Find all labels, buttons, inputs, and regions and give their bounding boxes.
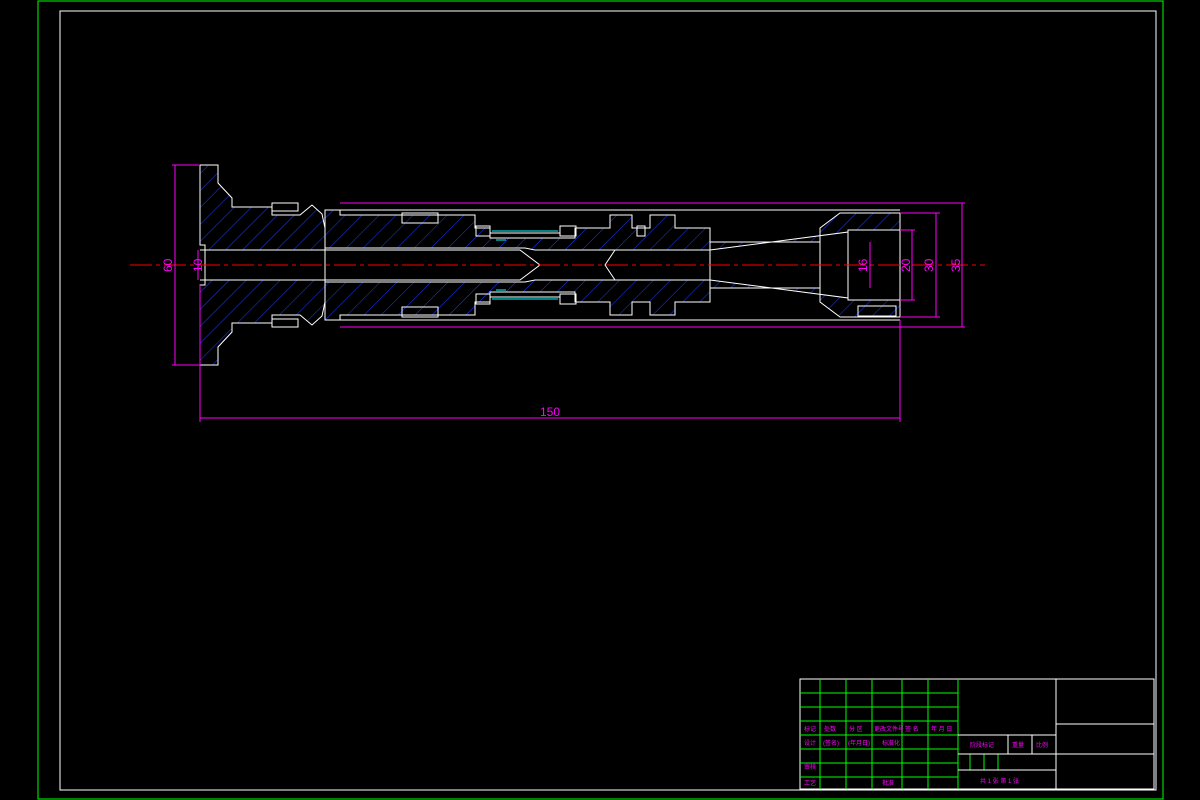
tb-header-zone: 分 区 [849,725,863,733]
tb-header-change-doc: 更改文件号 [874,725,904,733]
tb-design-label: 设计 [804,739,816,747]
tb-sheet-info: 共 1 张 第 1 张 [980,777,1019,785]
dim-150: 150 [540,405,560,419]
title-block-text: 标记 处数 分 区 更改文件号 签 名 年 月 日 设计 (签名) (年月日) … [804,725,1048,787]
dim-60: 60 [161,258,175,272]
title-block-grid [800,679,999,789]
hatched-body-upper [199,164,326,251]
tb-design-date: (年月日) [848,739,870,747]
tb-review-label: 审核 [804,763,816,771]
tb-header-date: 年 月 日 [931,725,952,733]
dim-10: 10 [191,258,205,272]
cad-drawing-canvas: 60 10 150 16 20 30 35 标记 处数 分 区 更改文件号 签 … [37,0,1164,800]
tb-weight-label: 重量 [1012,741,1024,749]
tb-approve-label: 批准 [882,779,894,787]
tb-design-sign: (签名) [823,739,839,747]
dim-20: 20 [899,258,913,272]
dim-16: 16 [856,258,870,272]
inner-frame [59,10,1157,791]
tb-stage-label: 阶段标记 [970,741,994,749]
dim-35: 35 [949,258,963,272]
tb-header-count: 处数 [824,725,836,733]
tb-header-mark: 标记 [804,725,816,733]
dim-30: 30 [922,258,936,272]
tb-standardization-label: 标准化 [882,739,900,747]
hatched-middle-lower [324,279,901,321]
tb-process-label: 工艺 [804,779,816,787]
tb-header-signature: 签 名 [905,725,919,733]
hatched-middle-upper [324,209,901,251]
hatched-body-lower [199,279,326,366]
tb-scale-label: 比例 [1036,741,1048,749]
title-block [799,678,1155,790]
